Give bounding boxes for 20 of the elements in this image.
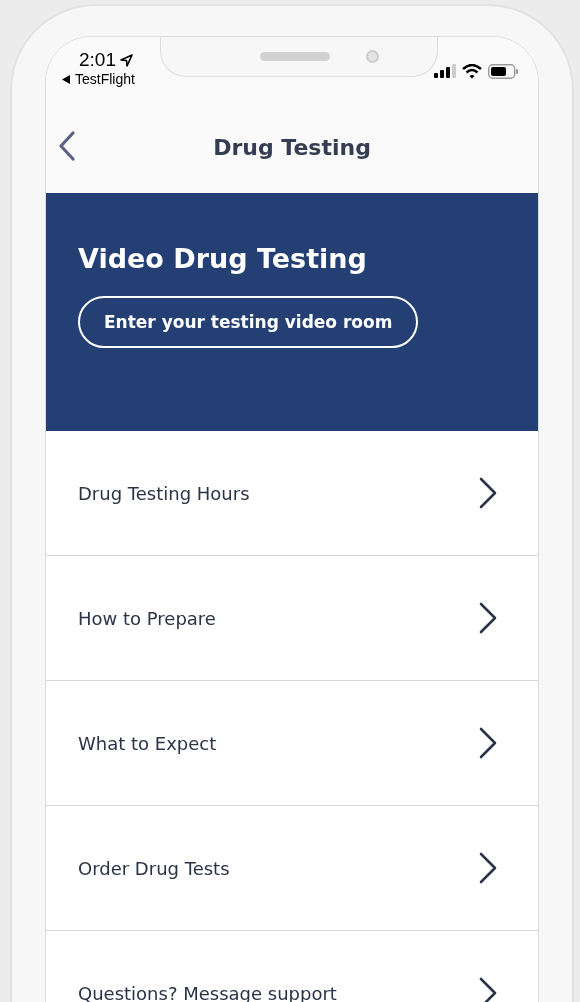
menu-item[interactable]: What to Expect bbox=[46, 681, 538, 806]
location-arrow-icon bbox=[120, 53, 133, 67]
menu-item[interactable]: Drug Testing Hours bbox=[46, 431, 538, 556]
menu-item[interactable]: How to Prepare bbox=[46, 556, 538, 681]
back-triangle-icon bbox=[62, 74, 70, 84]
back-icon[interactable] bbox=[58, 131, 76, 161]
chevron-right-icon bbox=[478, 602, 498, 634]
chevron-right-icon bbox=[478, 852, 498, 884]
battery-icon bbox=[488, 63, 518, 79]
banner-title: Video Drug Testing bbox=[78, 243, 367, 274]
wifi-icon bbox=[462, 63, 482, 79]
back-app-link[interactable]: TestFlight bbox=[75, 71, 135, 87]
enter-room-button[interactable]: Enter your testing video room bbox=[78, 296, 419, 348]
signal-icon bbox=[434, 64, 456, 78]
chevron-right-icon bbox=[478, 727, 498, 759]
chevron-right-icon bbox=[478, 977, 498, 1002]
status-time: 2:01 bbox=[79, 49, 116, 71]
menu-item[interactable]: Order Drug Tests bbox=[46, 806, 538, 931]
chevron-right-icon bbox=[478, 477, 498, 509]
screen-title: Drug Testing bbox=[213, 134, 371, 160]
